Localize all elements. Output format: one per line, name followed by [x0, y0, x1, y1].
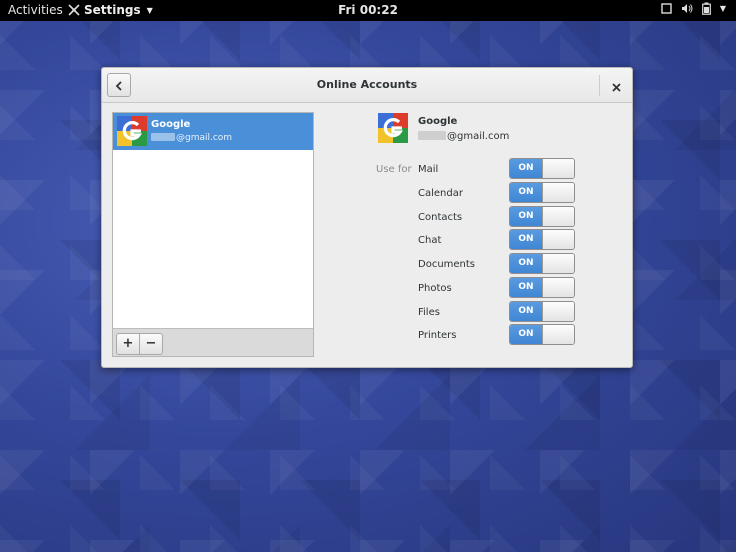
account-email: @gmail.com	[151, 133, 232, 143]
app-menu[interactable]: Settings ▼	[68, 3, 153, 17]
dialog-title: Online Accounts	[316, 78, 418, 91]
documents-switch[interactable]: ON	[509, 253, 575, 274]
files-switch[interactable]: ON	[509, 301, 575, 322]
window-icon	[661, 3, 672, 14]
redacted-username	[151, 133, 175, 141]
redacted-username	[418, 131, 446, 140]
app-menu-label: Settings	[84, 3, 141, 17]
service-label-documents: Documents	[418, 259, 476, 270]
system-menu-arrow-icon: ▼	[719, 4, 726, 13]
switch-on-label: ON	[510, 302, 542, 321]
chat-switch[interactable]: ON	[509, 229, 575, 250]
service-label-files: Files	[418, 307, 440, 318]
switch-knob	[542, 278, 574, 297]
clock[interactable]: Fri 00:22	[338, 3, 398, 17]
switch-on-label: ON	[510, 159, 542, 178]
account-name: Google	[151, 119, 191, 130]
contacts-switch[interactable]: ON	[509, 206, 575, 227]
close-icon	[611, 77, 621, 96]
service-label-contacts: Contacts	[418, 212, 463, 223]
switch-on-label: ON	[510, 183, 542, 202]
account-row-google[interactable]: Google @gmail.com	[113, 113, 313, 150]
top-bar: Activities Settings ▼ Fri 00:22 ▼	[0, 0, 736, 21]
add-account-button[interactable]: +	[116, 333, 140, 355]
list-toolbar: + −	[113, 328, 313, 356]
service-label-printers: Printers	[418, 330, 457, 341]
switch-knob	[542, 254, 574, 273]
switch-knob	[542, 230, 574, 249]
close-button[interactable]	[606, 76, 626, 96]
printers-switch[interactable]: ON	[509, 324, 575, 345]
title-bar: Online Accounts	[102, 68, 632, 103]
title-separator	[599, 75, 600, 96]
service-label-calendar: Calendar	[418, 188, 463, 199]
switch-knob	[542, 325, 574, 344]
service-label-photos: Photos	[418, 283, 452, 294]
settings-app-icon	[68, 4, 80, 16]
online-accounts-dialog: Online Accounts Google @gmail.com + − Go…	[101, 67, 633, 368]
calendar-switch[interactable]: ON	[509, 182, 575, 203]
switch-on-label: ON	[510, 254, 542, 273]
detail-account-email: @gmail.com	[418, 131, 509, 142]
photos-switch[interactable]: ON	[509, 277, 575, 298]
use-for-label: Use for	[376, 164, 412, 175]
switch-on-label: ON	[510, 207, 542, 226]
switch-knob	[542, 207, 574, 226]
service-label-chat: Chat	[418, 235, 442, 246]
google-logo-icon	[378, 113, 408, 147]
remove-account-button[interactable]: −	[139, 333, 163, 355]
switch-on-label: ON	[510, 230, 542, 249]
switch-knob	[542, 159, 574, 178]
service-label-mail: Mail	[418, 164, 439, 175]
switch-on-label: ON	[510, 325, 542, 344]
mail-switch[interactable]: ON	[509, 158, 575, 179]
detail-account-name: Google	[418, 116, 458, 127]
dropdown-arrow-icon: ▼	[146, 5, 153, 15]
volume-icon	[681, 3, 693, 14]
accounts-list: Google @gmail.com + −	[112, 112, 314, 357]
switch-knob	[542, 302, 574, 321]
battery-icon	[701, 2, 711, 15]
google-logo-icon	[117, 116, 147, 150]
activities-button[interactable]: Activities	[8, 3, 63, 17]
switch-knob	[542, 183, 574, 202]
switch-on-label: ON	[510, 278, 542, 297]
status-area[interactable]: ▼	[661, 2, 726, 15]
